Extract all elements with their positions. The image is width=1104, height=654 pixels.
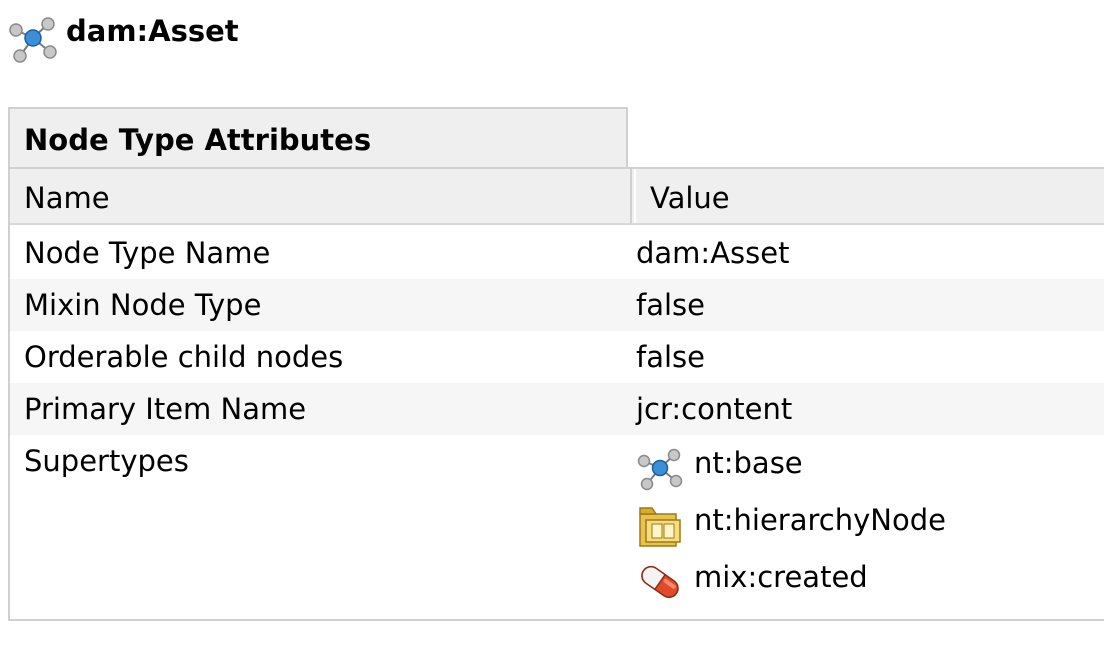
mixin-pill-icon (641, 565, 679, 598)
column-header-name[interactable]: Name (10, 169, 632, 223)
supertype-list: nt:base nt:hierarchyNode mix:created (636, 439, 946, 610)
row-value-node-type-name: dam:Asset (636, 236, 790, 270)
supertype-link-nt-base[interactable]: nt:base (636, 439, 946, 496)
attributes-table: Name Value Node Type Name dam:Asset Mixi… (8, 167, 1104, 621)
supertype-label: nt:base (694, 445, 803, 480)
table-row: Primary Item Name jcr:content (10, 383, 1104, 435)
row-name-supertypes: Supertypes (24, 444, 189, 478)
node-type-icon (637, 448, 683, 490)
supertype-link-nt-hierarchynode[interactable]: nt:hierarchyNode (636, 496, 946, 553)
table-row: Node Type Name dam:Asset (10, 227, 1104, 279)
table-row-supertypes: Supertypes nt:base nt:hierarchyNode mix:… (10, 435, 1104, 605)
row-name-orderable-child-nodes: Orderable child nodes (24, 340, 344, 374)
table-header-row: Name Value (10, 169, 1104, 225)
table-caption: Node Type Attributes (8, 107, 628, 167)
row-value-mixin-node-type: false (636, 288, 705, 322)
folder-icon (639, 506, 681, 547)
row-value-primary-item-name: jcr:content (636, 392, 793, 426)
row-name-mixin-node-type: Mixin Node Type (24, 288, 262, 322)
table-row: Orderable child nodes false (10, 331, 1104, 383)
row-name-node-type-name: Node Type Name (24, 236, 271, 270)
page-header: dam:Asset (8, 10, 239, 66)
node-type-icon (9, 17, 57, 63)
table-body: Node Type Name dam:Asset Mixin Node Type… (10, 227, 1104, 605)
supertype-label: mix:created (694, 559, 868, 594)
row-value-orderable-child-nodes: false (636, 340, 705, 374)
row-name-primary-item-name: Primary Item Name (24, 392, 307, 426)
table-row: Mixin Node Type false (10, 279, 1104, 331)
column-header-value[interactable]: Value (634, 169, 1104, 223)
supertype-link-mix-created[interactable]: mix:created (636, 553, 946, 610)
node-type-attributes-panel: Node Type Attributes Name Value Node Typ… (8, 107, 1104, 621)
page-title: dam:Asset (66, 14, 239, 48)
supertype-label: nt:hierarchyNode (694, 502, 946, 537)
